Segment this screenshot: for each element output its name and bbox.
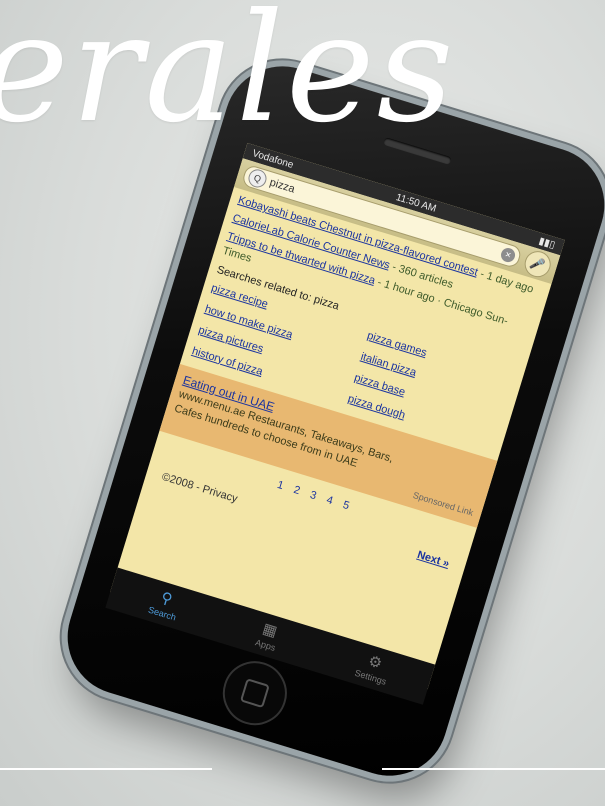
next-page-link[interactable]: Next »: [415, 548, 451, 572]
divider-right: [382, 768, 605, 770]
tab-label: Settings: [353, 667, 388, 687]
page-link[interactable]: 4: [325, 494, 334, 507]
home-button[interactable]: [214, 653, 295, 734]
home-icon: [239, 678, 270, 709]
page-link[interactable]: 5: [341, 499, 350, 512]
tab-apps[interactable]: ▦ Apps: [254, 618, 282, 653]
apps-icon: ▦: [260, 620, 280, 641]
tab-settings[interactable]: ⚙ Settings: [353, 649, 394, 687]
divider-left: [0, 768, 212, 770]
headline-text: erales: [0, 0, 456, 156]
clear-icon[interactable]: ×: [499, 246, 517, 264]
page-link[interactable]: 1: [276, 479, 285, 492]
smartphone: Vodafone 11:50 AM ▮▮▯ Q pizza × 🎤 Kobaya…: [53, 51, 605, 791]
page-link[interactable]: 2: [292, 484, 301, 497]
tab-search[interactable]: ⚲ Search: [146, 585, 183, 623]
search-icon: ⚲: [158, 589, 175, 609]
tab-label: Search: [146, 604, 178, 623]
page-link[interactable]: 3: [309, 489, 318, 502]
gear-icon: ⚙: [366, 652, 385, 673]
search-icon[interactable]: Q: [246, 167, 269, 190]
